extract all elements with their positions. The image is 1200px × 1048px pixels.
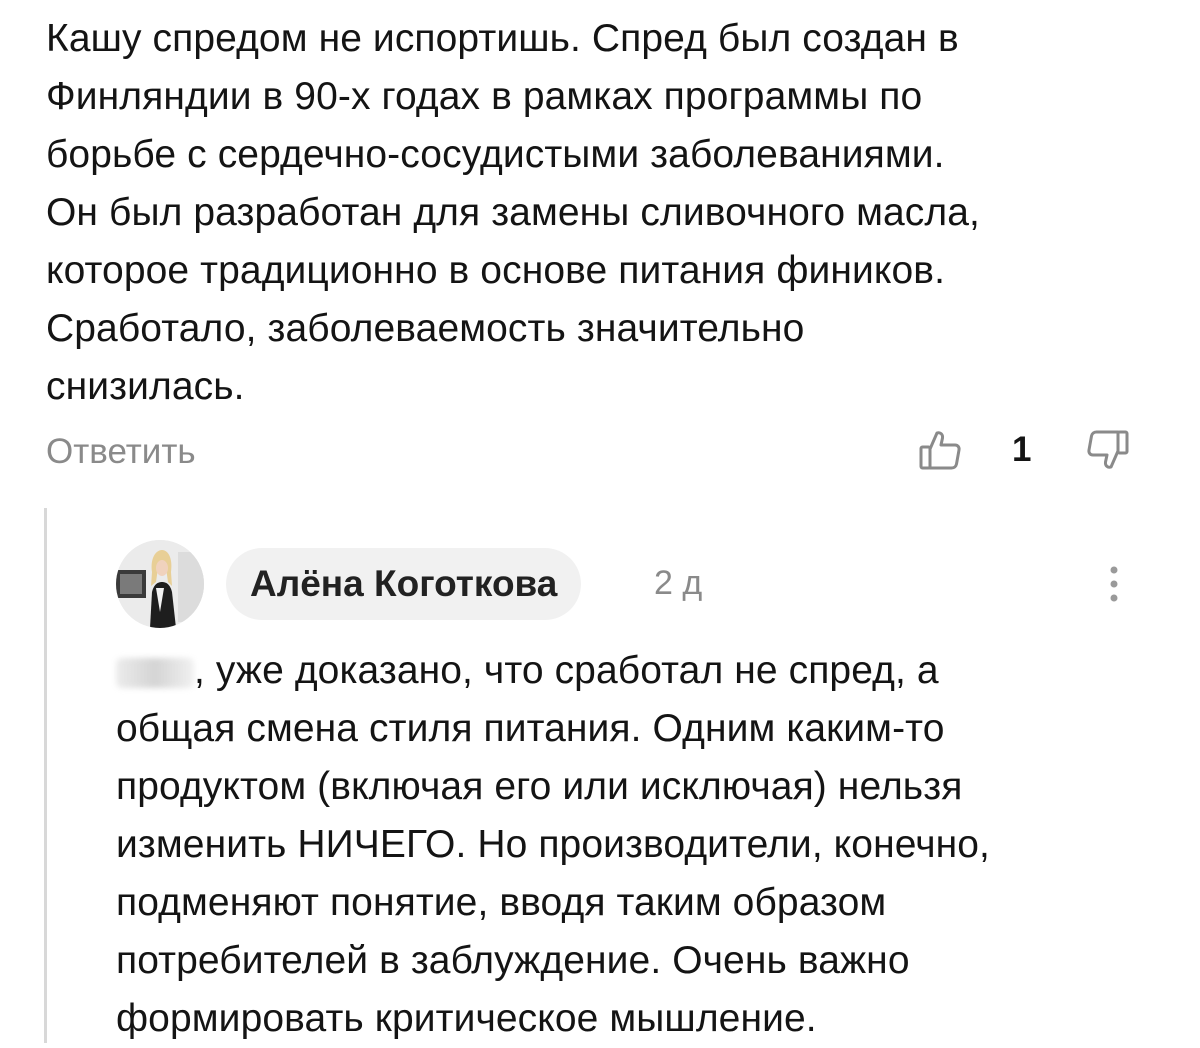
reply-line: изменить НИЧЕГО. Но производители, конеч… bbox=[116, 823, 990, 866]
comment-line: которое традиционно в основе питания фин… bbox=[46, 249, 946, 292]
reply-body: , уже доказано, что сработал не спред, а… bbox=[116, 642, 1156, 1048]
thread-line bbox=[44, 508, 47, 1043]
like-count: 1 bbox=[1012, 430, 1032, 469]
thumbs-down-icon[interactable] bbox=[1086, 428, 1130, 472]
comment-line: снизилась. bbox=[46, 365, 245, 408]
reply-header: Алёна Коготкова 2 д bbox=[116, 540, 1126, 628]
author-name: Алёна Коготкова bbox=[250, 563, 558, 604]
reply-button[interactable]: Ответить bbox=[46, 432, 196, 472]
comment-line: Кашу спредом не испортишь. Спред был соз… bbox=[46, 17, 959, 60]
comment-text: Кашу спредом не испортишь. Спред был соз… bbox=[46, 10, 1166, 416]
thumbs-up-icon[interactable] bbox=[918, 428, 962, 472]
comment-actions: Ответить 1 bbox=[46, 424, 1136, 482]
parent-comment: Кашу спредом не испортишь. Спред был соз… bbox=[46, 10, 1166, 416]
comment-line: Финляндии в 90-х годах в рамках программ… bbox=[46, 75, 923, 118]
author-name-pill[interactable]: Алёна Коготкова bbox=[226, 548, 582, 620]
more-vertical-icon[interactable] bbox=[1102, 560, 1126, 608]
comment-line: Сработало, заболеваемость значительно bbox=[46, 307, 805, 350]
avatar[interactable] bbox=[116, 540, 204, 628]
comment-line: Он был разработан для замены сливочного … bbox=[46, 191, 980, 234]
reply-line: продуктом (включая его или исключая) нел… bbox=[116, 765, 963, 808]
comment-line: борьбе с сердечно-сосудистыми заболевани… bbox=[46, 133, 945, 176]
reply-line: потребителей в заблуждение. Очень важно bbox=[116, 939, 910, 982]
reply-text: , уже доказано, что сработал не спред, а… bbox=[116, 642, 1156, 1048]
timestamp: 2 д bbox=[654, 564, 703, 602]
reply-line: общая смена стиля питания. Одним каким-т… bbox=[116, 707, 945, 750]
reply-line: формировать критическое мышление. bbox=[116, 997, 817, 1040]
reply-line: подменяют понятие, вводя таким образом bbox=[116, 881, 887, 924]
reply-line: , уже доказано, что сработал не спред, а bbox=[194, 649, 939, 692]
redacted-mention bbox=[116, 657, 194, 688]
